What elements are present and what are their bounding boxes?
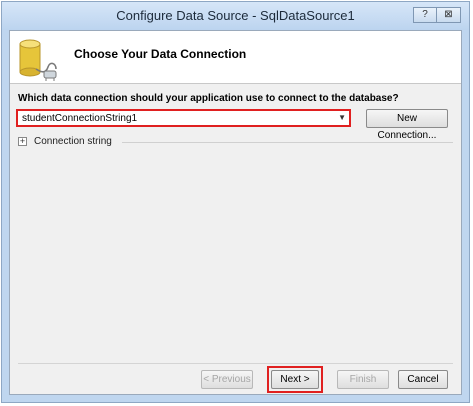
connection-select-value: studentConnectionString1 (22, 113, 138, 124)
wizard-header: Choose Your Data Connection (10, 31, 461, 84)
title-bar[interactable]: Configure Data Source - SqlDataSource1 ?… (2, 2, 469, 30)
title-bar-buttons: ? ⊠ (413, 7, 461, 23)
window-title: Configure Data Source - SqlDataSource1 (116, 8, 355, 23)
finish-button[interactable]: Finish (337, 370, 389, 389)
previous-button[interactable]: < Previous (201, 370, 253, 389)
dialog-body: Choose Your Data Connection Which data c… (9, 30, 462, 395)
chevron-down-icon[interactable]: ▼ (338, 113, 346, 122)
connection-question-label: Which data connection should your applic… (18, 93, 399, 104)
new-connection-button[interactable]: New Connection... (366, 109, 448, 141)
connection-select[interactable]: studentConnectionString1 ▼ (16, 109, 351, 127)
configure-data-source-dialog: Configure Data Source - SqlDataSource1 ?… (1, 1, 470, 403)
wizard-step-title: Choose Your Data Connection (74, 47, 247, 61)
database-icon (19, 39, 57, 81)
next-button[interactable]: Next > (271, 370, 319, 389)
close-button[interactable]: ⊠ (437, 7, 461, 23)
footer-divider (18, 363, 453, 364)
connection-string-label[interactable]: Connection string (34, 136, 112, 147)
connection-string-divider (122, 142, 453, 143)
next-button-highlight: Next > (267, 366, 323, 393)
cancel-button[interactable]: Cancel (398, 370, 448, 389)
expand-icon[interactable]: + (18, 137, 27, 146)
help-button[interactable]: ? (413, 7, 437, 23)
